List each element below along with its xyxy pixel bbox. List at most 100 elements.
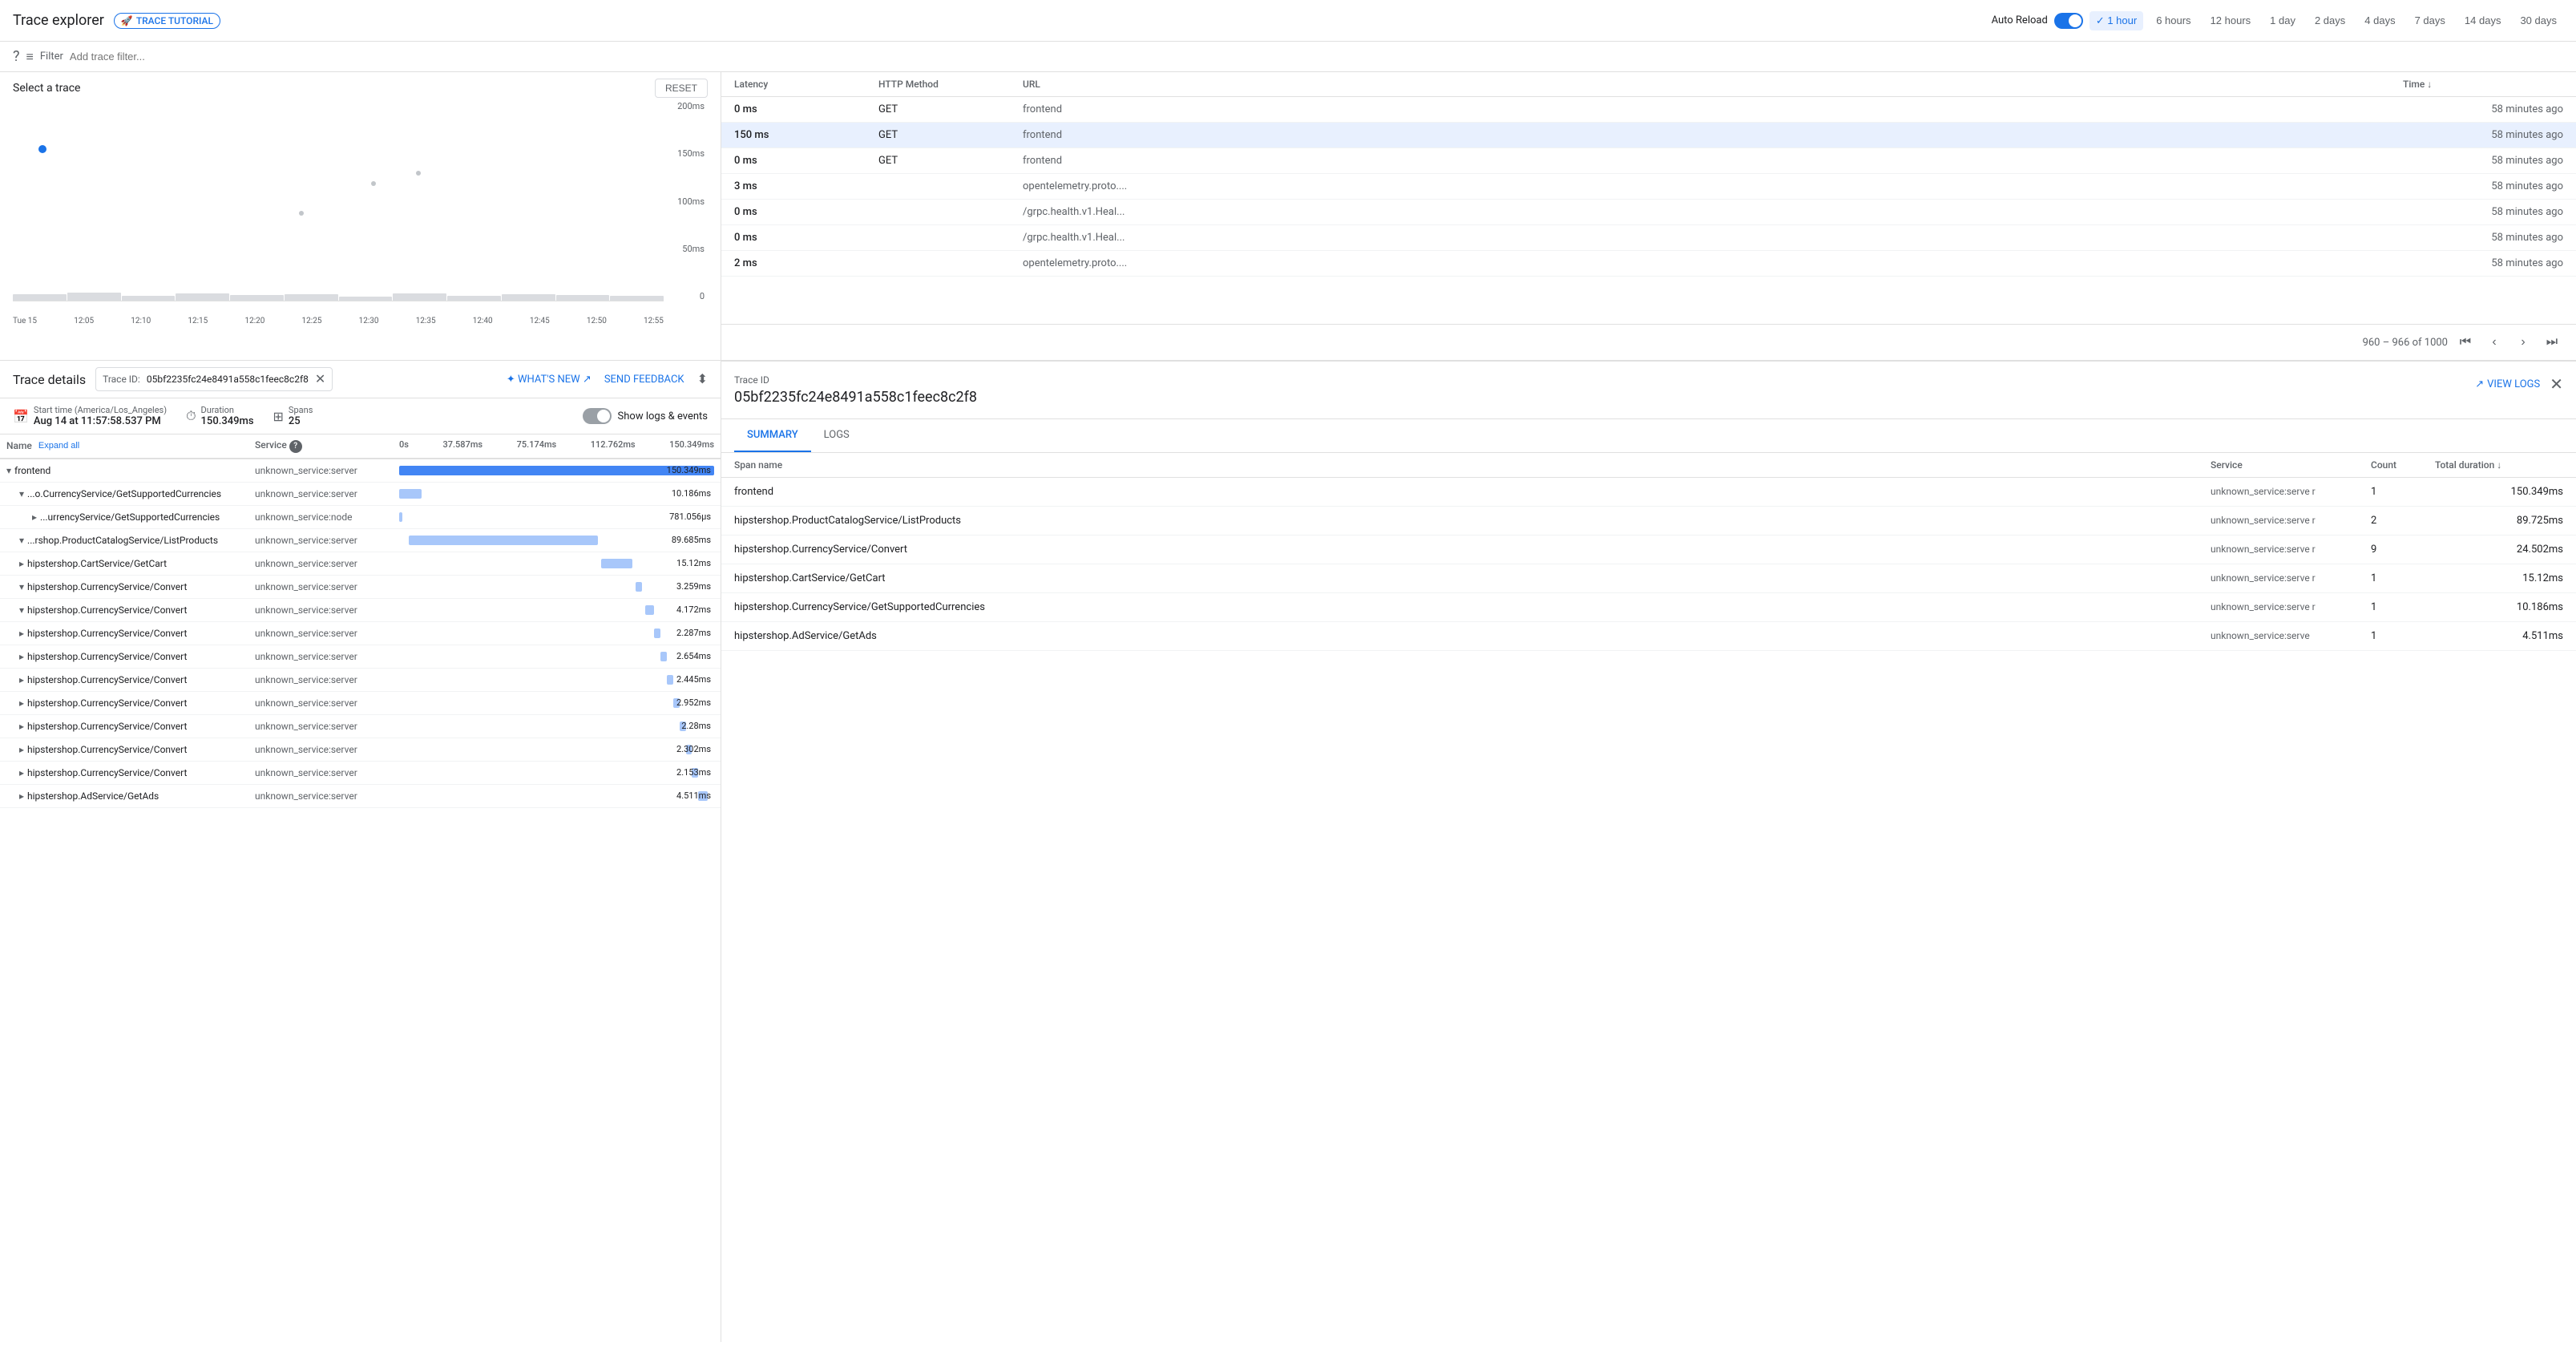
span-row[interactable]: ▸ hipstershop.AdService/GetAds unknown_s… <box>0 785 721 808</box>
scatter-dot-2 <box>371 181 376 186</box>
expand-icon[interactable]: ▸ <box>19 767 24 778</box>
span-bar-container: 2.302ms <box>399 742 714 758</box>
first-page-button[interactable]: ⏮ <box>2454 331 2477 354</box>
chart-plot[interactable] <box>13 101 664 301</box>
expand-icon[interactable]: ▾ <box>19 535 24 546</box>
trace-time: 58 minutes ago <box>2403 155 2563 167</box>
expand-all-button[interactable]: Expand all <box>38 441 79 451</box>
tab-logs[interactable]: LOGS <box>811 419 862 452</box>
span-row[interactable]: ▸ hipstershop.CurrencyService/Convert un… <box>0 669 721 692</box>
span-duration: 89.685ms <box>672 535 711 545</box>
time-btn-12hours[interactable]: 12 hours <box>2204 11 2258 30</box>
span-row[interactable]: ▾ frontend unknown_service:server 150.34… <box>0 459 721 483</box>
span-row[interactable]: ▾ ...o.CurrencyService/GetSupportedCurre… <box>0 483 721 506</box>
summary-row[interactable]: frontend unknown_service:serve r 1 150.3… <box>721 478 2576 507</box>
chart-dot-selected[interactable] <box>38 145 46 153</box>
time-btn-2days[interactable]: 2 days <box>2308 11 2352 30</box>
span-row[interactable]: ▾ hipstershop.CurrencyService/Convert un… <box>0 576 721 599</box>
summary-row[interactable]: hipstershop.ProductCatalogService/ListPr… <box>721 507 2576 536</box>
send-feedback-link[interactable]: SEND FEEDBACK <box>604 374 684 386</box>
whats-new-link[interactable]: ✦ WHAT'S NEW ↗ <box>507 374 592 386</box>
meta-spans: ⊞ Spans 25 <box>273 405 313 427</box>
tab-summary[interactable]: SUMMARY <box>734 419 811 452</box>
span-row[interactable]: ▸ hipstershop.CurrencyService/Convert un… <box>0 645 721 669</box>
span-row[interactable]: ▸ hipstershop.CartService/GetCart unknow… <box>0 552 721 576</box>
trace-latency: 3 ms <box>734 180 878 192</box>
logs-events-toggle[interactable] <box>583 408 612 424</box>
span-bar <box>645 605 655 615</box>
summary-row[interactable]: hipstershop.CurrencyService/Convert unkn… <box>721 536 2576 564</box>
span-duration: 15.12ms <box>676 558 711 568</box>
trace-row[interactable]: 0 ms GET frontend 58 minutes ago <box>721 97 2576 123</box>
close-side-panel-button[interactable]: ✕ <box>2550 374 2563 394</box>
spans-label: Spans <box>289 405 313 415</box>
expand-icon[interactable]: ▸ <box>19 697 24 709</box>
logs-toggle: Show logs & events <box>583 408 708 424</box>
trace-row[interactable]: 0 ms GET frontend 58 minutes ago <box>721 148 2576 174</box>
span-bar <box>601 559 632 568</box>
span-row[interactable]: ▸ hipstershop.CurrencyService/Convert un… <box>0 762 721 785</box>
filter-icon: ≡ <box>26 49 34 65</box>
expand-icon[interactable]: ▸ <box>19 628 24 639</box>
span-name-cell: ▸ ...urrencyService/GetSupportedCurrenci… <box>6 511 255 523</box>
clear-trace-id-button[interactable]: ✕ <box>315 371 325 387</box>
y-axis-labels: 200ms 150ms 100ms 50ms 0 <box>668 101 708 301</box>
filter-input[interactable] <box>70 51 2563 63</box>
expand-icon[interactable]: ▾ <box>6 465 11 476</box>
trace-method <box>878 257 1023 269</box>
trace-row[interactable]: 3 ms opentelemetry.proto.... 58 minutes … <box>721 174 2576 200</box>
time-btn-14days[interactable]: 14 days <box>2458 11 2508 30</box>
trace-latency: 0 ms <box>734 103 878 115</box>
trace-row[interactable]: 150 ms GET frontend 58 minutes ago <box>721 123 2576 148</box>
next-page-button[interactable]: › <box>2512 331 2534 354</box>
chart-header: Select a trace RESET <box>13 79 708 98</box>
time-btn-1day[interactable]: 1 day <box>2263 11 2302 30</box>
prev-page-button[interactable]: ‹ <box>2483 331 2505 354</box>
span-row[interactable]: ▾ ...rshop.ProductCatalogService/ListPro… <box>0 529 721 552</box>
expand-icon[interactable]: ▸ <box>19 721 24 732</box>
trace-details-left: Trace details Trace ID: 05bf2235fc24e849… <box>13 367 333 391</box>
trace-id-value[interactable]: 05bf2235fc24e8491a558c1feec8c2f8 <box>147 374 309 385</box>
trace-row[interactable]: 0 ms /grpc.health.v1.Heal... 58 minutes … <box>721 225 2576 251</box>
span-name-cell: ▾ frontend <box>6 465 255 476</box>
span-row[interactable]: ▸ hipstershop.CurrencyService/Convert un… <box>0 738 721 762</box>
trace-tutorial-badge[interactable]: 🚀 TRACE TUTORIAL <box>114 13 220 29</box>
collapse-panel-button[interactable]: ⬍ <box>697 371 708 387</box>
expand-icon[interactable]: ▸ <box>19 558 24 569</box>
expand-icon[interactable]: ▸ <box>32 511 37 523</box>
expand-icon[interactable]: ▾ <box>19 604 24 616</box>
last-page-button[interactable]: ⏭ <box>2541 331 2563 354</box>
left-panel: Select a trace RESET 200ms 150ms 100ms 5… <box>0 72 721 1342</box>
time-btn-4days[interactable]: 4 days <box>2358 11 2401 30</box>
span-name: ...rshop.ProductCatalogService/ListProdu… <box>27 535 218 546</box>
time-btn-7days[interactable]: 7 days <box>2408 11 2452 30</box>
span-row[interactable]: ▸ hipstershop.CurrencyService/Convert un… <box>0 622 721 645</box>
view-logs-button[interactable]: ↗ VIEW LOGS <box>2475 378 2540 390</box>
expand-icon[interactable]: ▾ <box>19 581 24 592</box>
expand-icon[interactable]: ▸ <box>19 790 24 802</box>
span-row[interactable]: ▸ ...urrencyService/GetSupportedCurrenci… <box>0 506 721 529</box>
trace-id-input-wrapper: Trace ID: 05bf2235fc24e8491a558c1feec8c2… <box>95 367 333 391</box>
time-btn-30days[interactable]: 30 days <box>2513 11 2563 30</box>
trace-row[interactable]: 0 ms /grpc.health.v1.Heal... 58 minutes … <box>721 200 2576 225</box>
trace-method: GET <box>878 129 1023 141</box>
trace-row[interactable]: 2 ms opentelemetry.proto.... 58 minutes … <box>721 251 2576 277</box>
expand-icon[interactable]: ▸ <box>19 674 24 685</box>
time-btn-6hours[interactable]: 6 hours <box>2150 11 2197 30</box>
expand-icon[interactable]: ▸ <box>19 744 24 755</box>
span-row[interactable]: ▾ hipstershop.CurrencyService/Convert un… <box>0 599 721 622</box>
calendar-icon: 📅 <box>13 409 29 424</box>
summary-row[interactable]: hipstershop.AdService/GetAds unknown_ser… <box>721 622 2576 651</box>
summary-duration: 89.725ms <box>2435 515 2563 527</box>
time-btn-1hour[interactable]: ✓ 1 hour <box>2089 11 2143 30</box>
expand-icon[interactable]: ▾ <box>19 488 24 499</box>
summary-row[interactable]: hipstershop.CartService/GetCart unknown_… <box>721 564 2576 593</box>
span-row[interactable]: ▸ hipstershop.CurrencyService/Convert un… <box>0 715 721 738</box>
reset-button[interactable]: RESET <box>655 79 708 98</box>
summary-row[interactable]: hipstershop.CurrencyService/GetSupported… <box>721 593 2576 622</box>
summary-span-name: frontend <box>734 486 2211 498</box>
expand-icon[interactable]: ▸ <box>19 651 24 662</box>
span-row[interactable]: ▸ hipstershop.CurrencyService/Convert un… <box>0 692 721 715</box>
span-service: unknown_service:server <box>255 488 399 499</box>
auto-reload-toggle[interactable] <box>2054 13 2083 29</box>
